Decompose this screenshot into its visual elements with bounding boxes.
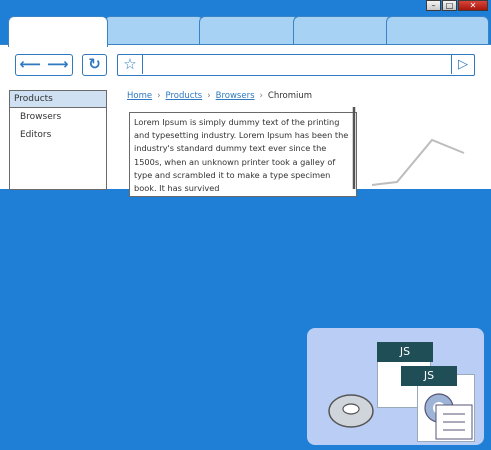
play-icon[interactable]: ▷ — [451, 55, 474, 74]
browser-mockup: ⟵ ⟶ ↻ ☆ ▷ Products Browsers Editors Home … — [0, 16, 491, 197]
reload-button[interactable]: ↻ — [82, 54, 107, 76]
sidebar-item-browsers[interactable]: Browsers — [10, 108, 106, 126]
js-badge: JS — [377, 342, 433, 362]
sidebar: Products Browsers Editors — [9, 90, 107, 190]
reload-icon: ↻ — [88, 55, 101, 73]
arrow-right-icon: ⟶ — [47, 55, 69, 73]
sidebar-item-editors[interactable]: Editors — [10, 126, 106, 144]
js-badge: JS — [401, 366, 457, 386]
arrow-left-icon: ⟵ — [19, 55, 41, 73]
breadcrumb-browsers[interactable]: Browsers — [216, 91, 255, 101]
back-button[interactable]: ⟵ ⟶ — [15, 54, 73, 76]
content-textarea[interactable]: Lorem Ipsum is simply dummy text of the … — [129, 112, 357, 197]
tab-2[interactable] — [104, 16, 204, 47]
breadcrumb-home[interactable]: Home — [127, 91, 152, 101]
window-controls: – □ ✕ — [426, 0, 488, 11]
minimize-icon[interactable]: – — [426, 0, 441, 11]
breadcrumb: Home › Products › Browsers › Chromium — [127, 91, 312, 101]
chart-sketch — [352, 107, 465, 189]
chevron-right-icon: › — [259, 91, 263, 101]
browser-frame: ⟵ ⟶ ↻ ☆ ▷ Products Browsers Editors Home … — [0, 44, 491, 197]
chart-line — [371, 138, 465, 186]
tab-5[interactable] — [386, 16, 489, 47]
close-icon[interactable]: ✕ — [458, 0, 488, 11]
chevron-right-icon: › — [207, 91, 211, 101]
breadcrumb-current: Chromium — [267, 91, 313, 101]
maximize-icon[interactable]: □ — [442, 0, 457, 11]
app-icon[interactable]: JS JS — [307, 328, 484, 445]
gear-icon — [328, 394, 374, 428]
breadcrumb-products[interactable]: Products — [166, 91, 203, 101]
chevron-right-icon: › — [157, 91, 161, 101]
list-icon — [435, 404, 473, 440]
star-icon[interactable]: ☆ — [118, 55, 143, 74]
tab-3[interactable] — [199, 16, 299, 47]
tab-active[interactable] — [8, 16, 108, 47]
address-bar[interactable]: ☆ ▷ — [117, 54, 475, 76]
tab-4[interactable] — [293, 16, 393, 47]
sidebar-header[interactable]: Products — [10, 91, 106, 108]
